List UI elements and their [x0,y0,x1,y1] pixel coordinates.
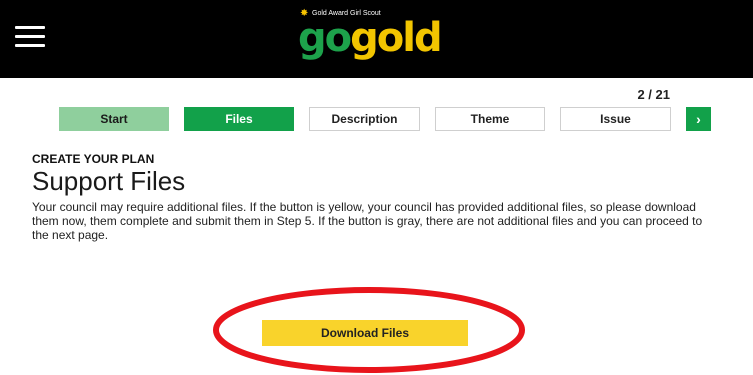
next-step-button[interactable]: › [686,107,711,131]
gogold-logo[interactable]: ✸ Gold Award Girl Scout gogold [298,9,443,72]
page-title: Support Files [32,166,186,196]
step-label: Issue [600,112,631,126]
download-files-button[interactable]: Download Files [262,320,468,346]
section-kicker: CREATE YOUR PLAN [32,152,155,166]
hamburger-menu-icon[interactable] [15,24,45,48]
step-tab-issue[interactable]: Issue [560,107,671,131]
step-nav: Start Files Description Theme Issue › [59,107,711,131]
step-label: Description [331,112,398,126]
step-tab-description[interactable]: Description [309,107,420,131]
logo-word-go: go [298,15,352,61]
logo-wordmark: gogold [298,14,443,62]
step-tab-start[interactable]: Start [59,107,169,131]
step-label: Files [225,112,253,126]
chevron-right-icon: › [696,111,701,127]
menu-line [15,26,45,29]
page-counter: 2 / 21 [637,87,670,102]
menu-line [15,44,45,47]
download-area: Download Files [262,320,468,346]
logo-word-gold: gold [350,15,442,61]
step-tab-theme[interactable]: Theme [435,107,545,131]
step-label: Theme [470,112,510,126]
step-tab-files[interactable]: Files [184,107,294,131]
page-description: Your council may require additional file… [32,200,703,242]
step-label: Start [100,112,128,126]
top-bar: ✸ Gold Award Girl Scout gogold [0,0,753,78]
menu-line [15,35,45,38]
